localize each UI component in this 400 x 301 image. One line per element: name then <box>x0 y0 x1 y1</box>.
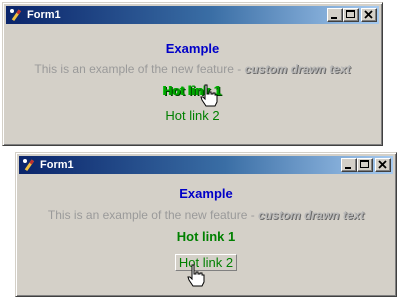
example-label: Example <box>165 41 220 56</box>
maximize-button[interactable] <box>357 158 373 172</box>
maximize-button[interactable] <box>343 8 359 22</box>
title-bar[interactable]: Form1 <box>19 156 393 174</box>
form1-window-bottom: Form1 Example This is an example of the … <box>15 152 397 297</box>
maximize-icon <box>346 10 355 18</box>
minimize-button[interactable] <box>327 8 343 22</box>
hot-link-2-text[interactable]: Hot link 2 <box>162 108 222 123</box>
minimize-icon <box>345 167 351 169</box>
window-title: Form1 <box>40 159 74 171</box>
minimize-button[interactable] <box>341 158 357 172</box>
minimize-icon <box>331 17 337 19</box>
custom-drawn-text: custom drawn text <box>258 208 365 222</box>
description-prefix: This is an example of the new feature - <box>34 62 245 76</box>
description-label: This is an example of the new feature - … <box>7 62 378 76</box>
hand-pointer-cursor-icon <box>200 84 218 107</box>
close-icon <box>378 160 387 169</box>
hot-link-1[interactable]: Hot link 1 <box>20 229 392 244</box>
example-label: Example <box>179 186 233 201</box>
close-icon <box>364 10 373 19</box>
hot-link-1[interactable]: Hot link 1 <box>7 83 378 98</box>
close-button[interactable] <box>361 8 377 22</box>
maximize-icon <box>360 160 369 168</box>
hot-link-2[interactable]: Hot link 2 <box>20 254 392 271</box>
title-bar[interactable]: Form1 <box>6 6 379 24</box>
hand-pointer-cursor-icon <box>187 264 205 287</box>
description-prefix: This is an example of the new feature - <box>47 208 259 222</box>
form-app-icon <box>10 9 22 22</box>
close-button[interactable] <box>375 158 391 172</box>
client-area: Example This is an example of the new fe… <box>7 26 378 141</box>
description-label: This is an example of the new feature - … <box>20 208 392 222</box>
hot-link-1-text[interactable]: Hot link 1 <box>174 229 239 244</box>
form-app-icon <box>23 159 35 172</box>
client-area: Example This is an example of the new fe… <box>20 176 392 292</box>
window-title: Form1 <box>27 9 61 21</box>
hot-link-2[interactable]: Hot link 2 <box>7 108 378 123</box>
form1-window-top: Form1 Example This is an example of the … <box>2 2 383 146</box>
custom-drawn-text: custom drawn text <box>244 62 351 76</box>
